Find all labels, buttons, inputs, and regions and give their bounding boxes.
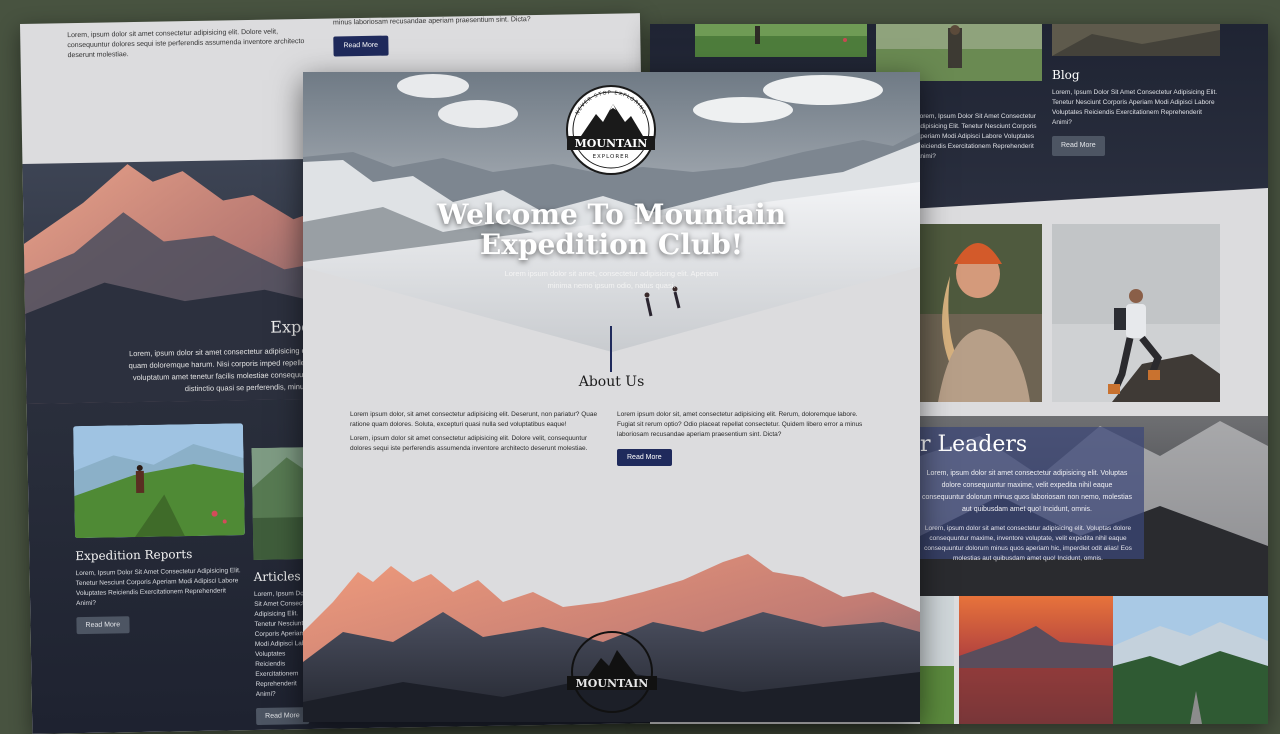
intro-text-2: minus laboriosam recusandae aperiam prae… — [333, 15, 564, 57]
home-page-mockup: NEVER STOP EXPLORING MOUNTAIN EXPLORER W… — [303, 72, 920, 722]
card-expedition-reports: Expedition Reports Lorem, Ipsum Dolor Si… — [75, 546, 246, 635]
mountain-explorer-logo: NEVER STOP EXPLORING MOUNTAIN EXPLORER — [566, 85, 656, 175]
about-paragraph: Lorem, ipsum dolor sit amet consectetur … — [350, 435, 588, 452]
blog-body-text: Lorem, Ipsum Dolor Sit Amet Consectetur … — [1052, 89, 1218, 126]
read-more-button[interactable]: Read More — [1052, 136, 1105, 156]
card-body: Lorem, Ipsum Dolor Sit Amet Consectetur … — [75, 567, 241, 608]
intro-text-2-body: minus laboriosam recusandae aperiam prae… — [332, 16, 531, 27]
blog-title: Blog — [1052, 68, 1080, 82]
partial-body: Lorem, Ipsum Dolor Sit Amet Consectetur … — [916, 113, 1037, 160]
svg-text:MOUNTAIN: MOUNTAIN — [575, 137, 648, 150]
blog-body: Lorem, Ipsum Dolor Sit Amet Consectetur … — [1052, 88, 1222, 156]
about-right-column: Lorem ipsum dolor sit, amet consectetur … — [617, 410, 867, 444]
woman-beanie-photo — [920, 224, 1042, 402]
svg-text:MOUNTAIN: MOUNTAIN — [576, 677, 649, 690]
gallery-photos — [920, 596, 1268, 724]
read-more-button[interactable]: Read More — [333, 35, 389, 57]
leaders-body: Lorem, ipsum dolor sit amet consectetur … — [921, 470, 1133, 513]
leaders-body-2: Lorem, ipsum dolor sit amet consectetur … — [924, 525, 1132, 562]
mountain-range-photo: MOUNTAIN — [303, 554, 920, 722]
hero-title: Welcome To Mountain Expedition Club! — [303, 200, 920, 260]
read-more-button[interactable]: Read More — [617, 449, 672, 466]
about-paragraph: Lorem ipsum dolor, sit amet consectetur … — [350, 411, 598, 428]
read-more-button[interactable]: Read More — [76, 616, 130, 635]
hero-subtitle: Lorem ipsum dolor sit amet, consectetur … — [504, 269, 719, 290]
read-more-button[interactable]: Read More — [255, 707, 309, 725]
intro-text: Lorem, ipsum dolor sit amet consectetur … — [67, 28, 305, 60]
about-paragraph: Lorem ipsum dolor sit, amet consectetur … — [617, 411, 863, 438]
rocks-photo — [1052, 24, 1220, 56]
card-title: Expedition Reports — [75, 547, 193, 564]
hero-title-line-2: Expedition Club! — [479, 228, 744, 261]
section-divider-line — [610, 326, 612, 372]
about-left-column: Lorem ipsum dolor, sit amet consectetur … — [350, 410, 600, 458]
about-title: About Us — [578, 374, 645, 390]
man-hiking-photo — [1052, 224, 1220, 402]
svg-text:EXPLORER: EXPLORER — [593, 154, 630, 160]
leaders-title: r Leaders — [920, 432, 1028, 457]
hero-title-line-1: Welcome To Mountain — [436, 198, 787, 231]
hiker-photo — [73, 423, 245, 539]
